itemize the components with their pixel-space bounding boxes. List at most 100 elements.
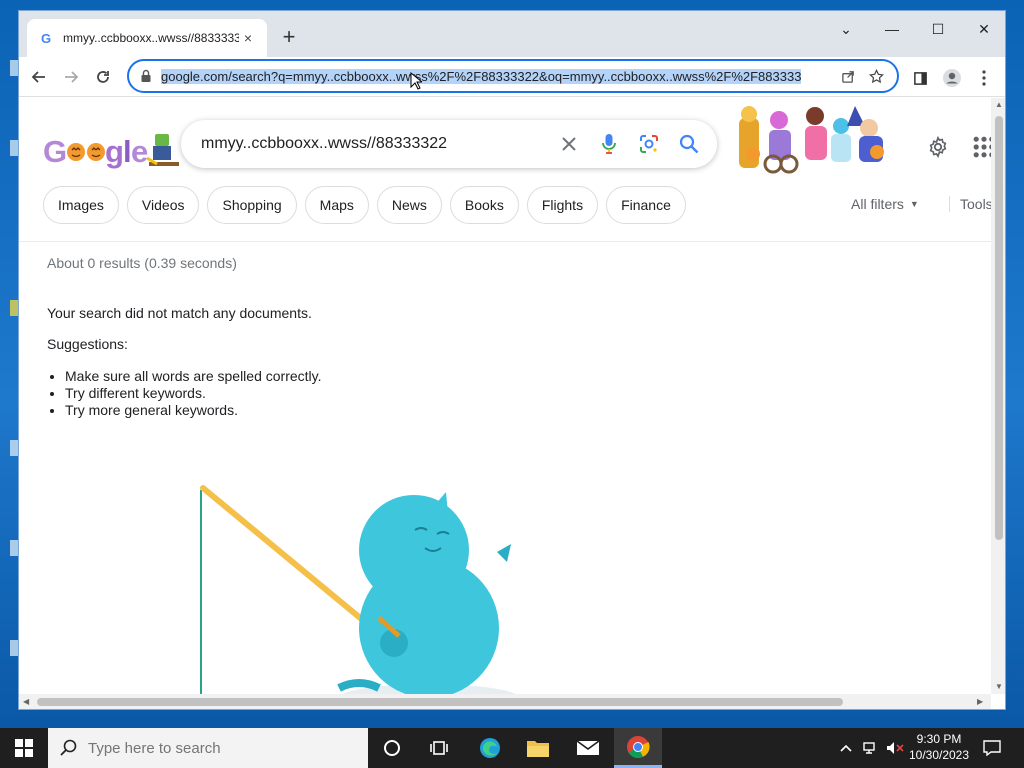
notifications-button[interactable] — [980, 728, 1004, 768]
file-explorer-button[interactable] — [514, 728, 562, 768]
tab-close-button[interactable]: × — [239, 29, 257, 47]
forward-button[interactable] — [57, 63, 85, 91]
close-window-button[interactable]: ✕ — [961, 15, 1005, 43]
search-box[interactable] — [181, 120, 717, 168]
desktop-icon-edge[interactable] — [10, 640, 18, 656]
lens-search-icon[interactable] — [629, 124, 669, 164]
chip-news[interactable]: News — [376, 186, 442, 224]
search-input[interactable] — [201, 135, 549, 153]
back-button[interactable] — [25, 63, 53, 91]
voice-search-icon[interactable] — [589, 124, 629, 164]
no-results-message: Your search did not match any documents. — [47, 305, 312, 321]
all-filters-label: All filters — [851, 196, 904, 212]
chip-videos[interactable]: Videos — [126, 186, 200, 224]
google-halloween-logo[interactable]: G g l e — [43, 128, 183, 180]
svg-text:g: g — [105, 134, 123, 169]
svg-text:l: l — [123, 134, 131, 169]
cortana-button[interactable] — [368, 728, 416, 768]
scroll-down-icon[interactable]: ▼ — [995, 682, 1003, 691]
chrome-taskbar-button[interactable] — [614, 728, 662, 768]
desktop-icon-edge[interactable] — [10, 60, 18, 76]
chip-finance[interactable]: Finance — [606, 186, 686, 224]
search-results-page: G g l e mmyy..ccbbooxx..wwss//88333322 I… — [19, 98, 991, 694]
reload-icon — [97, 71, 109, 83]
volume-muted-icon — [887, 742, 904, 754]
minimize-button[interactable]: — — [869, 15, 915, 43]
chip-shopping[interactable]: Shopping — [207, 186, 297, 224]
result-stats: About 0 results (0.39 seconds) — [47, 255, 237, 271]
notification-icon — [983, 740, 1001, 756]
settings-gear-icon[interactable] — [925, 134, 951, 160]
scroll-up-icon[interactable]: ▲ — [995, 100, 1003, 109]
svg-text:e: e — [131, 134, 148, 169]
taskbar-clock[interactable]: 9:30 PM 10/30/2023 — [904, 731, 974, 763]
vertical-scrollbar[interactable]: ▲ ▼ — [991, 98, 1005, 694]
chevron-up-icon — [840, 744, 852, 752]
lock-icon[interactable] — [139, 69, 153, 83]
browser-tab[interactable]: G mmyy..ccbbooxx..wwss//8833333 × — [27, 19, 267, 57]
clear-search-icon[interactable] — [549, 124, 589, 164]
clock-time: 9:30 PM — [916, 732, 962, 746]
url-selection: google.com/search?q=mmyy..ccbbooxx..wwss… — [161, 68, 802, 84]
maximize-button[interactable]: ☐ — [915, 15, 961, 43]
horizontal-scroll-thumb[interactable] — [37, 698, 843, 706]
edge-taskbar-button[interactable] — [466, 728, 514, 768]
chip-books[interactable]: Books — [449, 186, 519, 224]
back-arrow-icon — [31, 71, 45, 83]
halloween-doodle-image[interactable] — [731, 102, 893, 180]
network-button[interactable] — [860, 728, 882, 768]
google-favicon-icon: G — [40, 30, 52, 46]
tab-strip: G mmyy..ccbbooxx..wwss//8833333 × + ⌄ — … — [19, 11, 1005, 57]
show-hidden-icons-button[interactable] — [836, 728, 856, 768]
tools-button[interactable]: Tools — [949, 196, 991, 212]
volume-button[interactable] — [884, 728, 906, 768]
bookmark-star-icon[interactable] — [865, 65, 887, 87]
folder-icon — [527, 741, 549, 757]
chip-maps[interactable]: Maps — [304, 186, 369, 224]
clock-date: 10/30/2023 — [908, 748, 970, 762]
address-bar[interactable]: google.com/search?q=mmyy..ccbbooxx..wwss… — [127, 59, 899, 93]
desktop-icon-edge[interactable] — [10, 140, 18, 156]
mail-icon — [576, 740, 600, 755]
chrome-menu-icon[interactable] — [971, 65, 997, 91]
desktop-icon-edge[interactable] — [10, 540, 18, 556]
taskbar-search-box[interactable] — [48, 728, 368, 768]
suggestions-list: Make sure all words are spelled correctl… — [65, 368, 322, 419]
task-view-icon — [430, 741, 448, 755]
chip-flights[interactable]: Flights — [526, 186, 599, 224]
mouse-cursor-icon — [410, 72, 422, 90]
taskbar-search-input[interactable] — [88, 739, 348, 757]
cortana-circle-icon — [384, 740, 400, 756]
chrome-icon — [627, 735, 650, 758]
forward-arrow-icon — [65, 71, 79, 83]
scroll-left-icon[interactable]: ◀ — [23, 697, 29, 706]
desktop-icon-edge[interactable] — [10, 440, 18, 456]
search-icon — [60, 739, 77, 756]
scroll-right-icon[interactable]: ▶ — [977, 697, 983, 706]
all-filters-button[interactable]: All filters ▼ — [851, 196, 919, 212]
mail-button[interactable] — [564, 728, 612, 768]
horizontal-scrollbar[interactable]: ◀ ▶ — [19, 694, 991, 709]
tab-search-button[interactable]: ⌄ — [823, 15, 869, 43]
chip-images[interactable]: Images — [43, 186, 119, 224]
suggestion-item: Make sure all words are spelled correctl… — [65, 368, 322, 385]
vertical-scroll-thumb[interactable] — [995, 116, 1003, 540]
edge-icon — [480, 738, 500, 758]
side-panel-icon[interactable] — [907, 65, 933, 91]
new-tab-button[interactable]: + — [277, 24, 301, 49]
profile-avatar-icon[interactable] — [939, 65, 965, 91]
start-button[interactable] — [0, 728, 48, 768]
suggestion-item: Try different keywords. — [65, 385, 322, 402]
svg-text:G: G — [43, 134, 66, 169]
windows-logo-icon — [15, 739, 33, 757]
caret-down-icon: ▼ — [909, 199, 919, 209]
results-divider — [19, 241, 991, 242]
task-view-button[interactable] — [416, 728, 464, 768]
url-text[interactable]: google.com/search?q=mmyy..ccbbooxx..wwss… — [161, 68, 831, 84]
reload-button[interactable] — [89, 63, 117, 91]
google-apps-grid-icon[interactable] — [971, 134, 991, 160]
share-icon[interactable] — [837, 65, 859, 87]
fishing-monster-illustration — [200, 485, 516, 694]
desktop-icon-edge[interactable] — [10, 300, 18, 316]
search-submit-icon[interactable] — [669, 124, 709, 164]
